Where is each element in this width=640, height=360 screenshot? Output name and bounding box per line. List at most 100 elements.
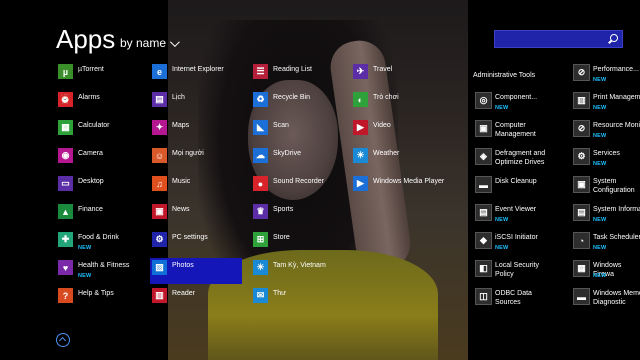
app-tile-label: PC settings <box>172 234 208 241</box>
app-tile[interactable]: ▶ Video <box>351 118 443 144</box>
app-tile[interactable]: ▬ Windows Memo Diagnostic <box>571 286 640 312</box>
app-tile[interactable]: ▥ Print Managem NEW <box>571 90 640 116</box>
app-tile[interactable]: e Internet Explorer <box>150 62 242 88</box>
travel-icon: ✈ <box>353 64 368 79</box>
app-tile[interactable]: ▥ Reader <box>150 286 242 312</box>
page-title: Apps <box>56 24 116 54</box>
app-tile[interactable]: ▨ Photos <box>150 258 242 284</box>
app-tile[interactable]: ▤ Lịch <box>150 90 242 116</box>
app-tile-label: Video <box>373 122 391 129</box>
app-tile[interactable]: ▤ Event Viewer NEW <box>473 202 565 228</box>
app-tile[interactable]: ♛ Sports <box>251 202 343 228</box>
app-tile[interactable]: ⊘ Resource Moni NEW <box>571 118 640 144</box>
store-icon: ⊞ <box>253 232 268 247</box>
app-tile-label: ODBC Data Sources <box>495 290 532 306</box>
app-tile[interactable]: ⊘ Performance... NEW <box>571 62 640 88</box>
app-tile-label: Tam Kỳ, Vietnam <box>273 262 326 269</box>
app-tile[interactable]: ⊞ Store <box>251 230 343 256</box>
group-header-admin-tools: Administrative Tools <box>473 72 536 79</box>
app-tile[interactable]: ♥ Health & Fitness NEW <box>56 258 148 284</box>
app-tile[interactable]: µ µTorrent <box>56 62 148 88</box>
app-tile[interactable]: ♫ Music <box>150 174 242 200</box>
app-tile-label: Sports <box>273 206 294 213</box>
app-tile[interactable]: ☺ Mọi người <box>150 146 242 172</box>
app-tile[interactable]: ✚ Food & Drink NEW <box>56 230 148 256</box>
app-tile-label: iSCSI Initiator <box>495 234 538 241</box>
scroll-up-arrow-icon[interactable] <box>56 333 70 347</box>
app-tile[interactable]: ▲ Finance <box>56 202 148 228</box>
app-tile[interactable]: ▣ System Configuration <box>571 174 640 200</box>
reading-list-icon: ☰ <box>253 64 268 79</box>
app-tile[interactable]: ▦ Calculator <box>56 118 148 144</box>
app-tile[interactable]: ▬ Disk Cleanup <box>473 174 565 200</box>
app-tile[interactable]: ◔ Task Scheduler NEW <box>571 230 640 256</box>
app-tile-label: Food & Drink <box>78 234 119 241</box>
app-tile-label: Scan <box>273 122 289 129</box>
app-tile[interactable]: ⚙ PC settings <box>150 230 242 256</box>
calendar-icon: ▤ <box>152 92 167 107</box>
disk-cleanup-icon: ▬ <box>475 176 492 193</box>
app-tile[interactable]: ♻ Recycle Bin <box>251 90 343 116</box>
search-icon[interactable] <box>610 34 618 42</box>
app-tile-label: µTorrent <box>78 66 104 73</box>
app-tile-label: Local Security Policy <box>495 262 539 278</box>
app-tile-label: Lịch <box>172 94 185 101</box>
app-tile-label: News <box>172 206 190 213</box>
app-tile-label: Windows Media Player <box>373 178 445 185</box>
app-tile[interactable]: ⏰ Alarms <box>56 90 148 116</box>
app-tile-label: Sound Recorder <box>273 178 324 185</box>
utorrent-icon: µ <box>58 64 73 79</box>
app-tile-label: Alarms <box>78 94 100 101</box>
app-tile[interactable]: ▦ Windows Firewa NEW <box>571 258 640 284</box>
app-tile-label: Photos <box>172 262 194 269</box>
app-tile[interactable]: ◉ Camera <box>56 146 148 172</box>
app-tile[interactable]: ✈ Travel <box>351 62 443 88</box>
app-tile-label: Trò chơi <box>373 94 399 101</box>
search-box[interactable] <box>494 30 623 50</box>
microphone-icon: ● <box>253 176 268 191</box>
app-tile[interactable]: ? Help & Tips <box>56 286 148 312</box>
app-tile[interactable]: ✦ Maps <box>150 118 242 144</box>
app-tile-label: Calculator <box>78 122 110 129</box>
app-tile[interactable]: ☰ Reading List <box>251 62 343 88</box>
app-tile[interactable]: ▶ Windows Media Player <box>351 174 445 200</box>
search-input[interactable] <box>495 33 607 50</box>
weather-sun-icon: ☀ <box>253 260 268 275</box>
app-tile[interactable]: ◧ Local Security Policy <box>473 258 565 284</box>
app-tile-label: Disk Cleanup <box>495 178 537 185</box>
app-tile-label: Camera <box>78 150 103 157</box>
services-gear-icon: ⚙ <box>573 148 590 165</box>
app-tile[interactable]: ✉ Thư <box>251 286 343 312</box>
app-tile[interactable]: ● Sound Recorder <box>251 174 343 200</box>
new-badge: NEW <box>495 217 509 223</box>
app-tile-label: System Configuration <box>593 178 635 194</box>
mail-icon: ✉ <box>253 288 268 303</box>
app-tile[interactable]: ▤ System Informa NEW <box>571 202 640 228</box>
new-badge: NEW <box>593 161 607 167</box>
defragment-icon: ◈ <box>475 148 492 165</box>
app-tile[interactable]: ◆ iSCSI Initiator NEW <box>473 230 565 256</box>
app-tile[interactable]: ▣ News <box>150 202 242 228</box>
app-tile[interactable]: ◣ Scan <box>251 118 343 144</box>
food-drink-icon: ✚ <box>58 232 73 247</box>
app-tile[interactable]: ◎ Component... NEW <box>473 90 565 116</box>
cloud-icon: ☁ <box>253 148 268 163</box>
app-tile[interactable]: ▣ Computer Management <box>473 118 565 144</box>
app-tile-label: Health & Fitness <box>78 262 130 269</box>
app-tile[interactable]: ☁ SkyDrive <box>251 146 343 172</box>
finance-chart-icon: ▲ <box>58 204 73 219</box>
app-tile[interactable]: ☀ Tam Kỳ, Vietnam <box>251 258 343 284</box>
app-tile[interactable]: ◐ Trò chơi <box>351 90 443 116</box>
app-tile[interactable]: ◈ Defragment and Optimize Drives <box>473 146 565 172</box>
app-tile-label: Weather <box>373 150 400 157</box>
odbc-icon: ◫ <box>475 288 492 305</box>
app-tile-label: Defragment and Optimize Drives <box>495 150 546 166</box>
app-tile[interactable]: ◫ ODBC Data Sources <box>473 286 565 312</box>
app-tile-label: Store <box>273 234 290 241</box>
sort-by-dropdown[interactable]: by name <box>120 36 180 50</box>
recycle-bin-icon: ♻ <box>253 92 268 107</box>
app-tile[interactable]: ☀ Weather <box>351 146 443 172</box>
app-tile[interactable]: ⚙ Services NEW <box>571 146 640 172</box>
app-tile[interactable]: ▭ Desktop <box>56 174 148 200</box>
video-icon: ▶ <box>353 120 368 135</box>
